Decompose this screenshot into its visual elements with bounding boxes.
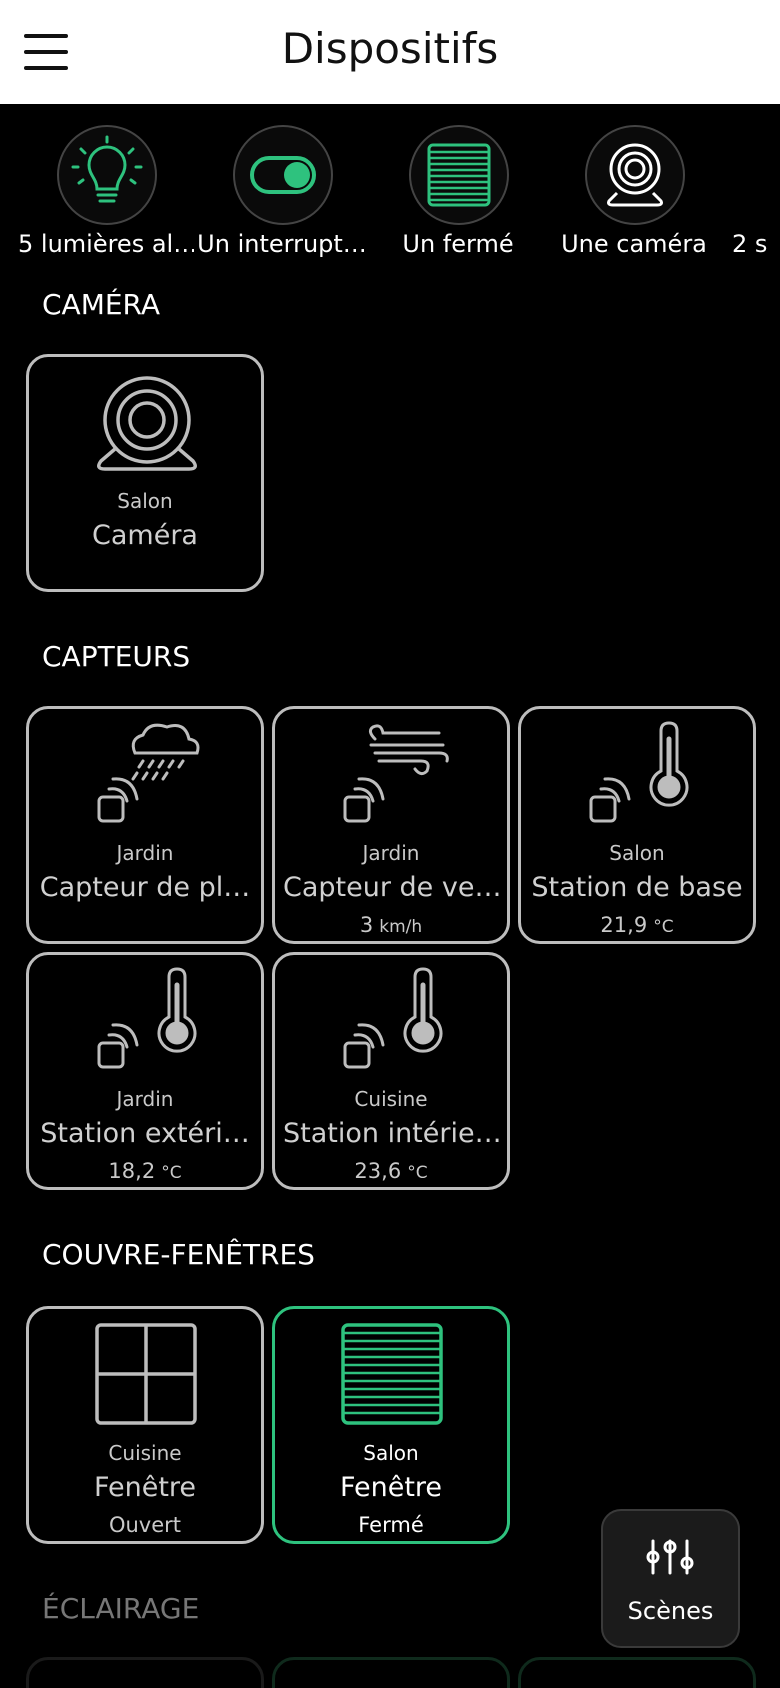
page-title: Dispositifs [281,24,499,73]
scenes-button[interactable]: Scènes [601,1509,740,1648]
thermometer-sensor-icon [97,967,197,1069]
card-status: Ouvert [108,1513,182,1537]
thermometer-sensor-icon [343,967,443,1069]
lightbulb-icon [71,135,143,203]
card-name: Capteur de ve… [283,872,499,903]
card-value: 21,9 °C [521,913,753,937]
summary-label: Une caméra [561,230,707,258]
card-room: Jardin [116,1087,174,1111]
summary-label: Un fermé [402,230,514,258]
card-name: Capteur de pl… [39,872,251,903]
webcam-icon [607,143,663,207]
device-card-rain-sensor[interactable]: Jardin Capteur de pl… [26,706,264,944]
summary-label: Un interrupt… [197,230,367,258]
device-card-base-station[interactable]: Salon Station de base 21,9 °C [518,706,756,944]
device-card-camera[interactable]: Salon Caméra [26,354,264,592]
section-title-lighting: ÉCLAIRAGE [42,1592,200,1625]
device-card-partial[interactable] [518,1657,756,1688]
scenes-label: Scènes [627,1597,714,1625]
card-room: Salon [609,841,665,865]
value-number: 3 [359,913,374,937]
toggle-switch-icon [250,156,316,194]
card-name: Fenêtre [339,1472,443,1503]
rain-sensor-icon [97,723,200,823]
device-card-living-room-window[interactable]: Salon Fenêtre Fermé [272,1306,510,1544]
card-name: Fenêtre [93,1472,197,1503]
device-card-indoor-station[interactable]: Cuisine Station intérie… 23,6 °C [272,952,510,1190]
device-card-wind-sensor[interactable]: Jardin Capteur de ve… 3 km/h [272,706,510,944]
device-card-kitchen-window[interactable]: Cuisine Fenêtre Ouvert [26,1306,264,1544]
thermometer-sensor-icon [589,721,689,823]
card-name: Station extéri… [40,1118,250,1149]
card-room: Cuisine [108,1441,182,1465]
section-title-camera: CAMÉRA [42,288,161,321]
card-value: 23,6 °C [275,1159,507,1183]
card-value: 18,2 °C [29,1159,261,1183]
device-card-partial[interactable] [272,1657,510,1688]
webcam-icon [97,376,197,471]
card-room: Salon [117,489,173,513]
card-room: Jardin [116,841,174,865]
section-title-sensors: CAPTEURS [42,640,191,673]
card-name: Caméra [92,520,198,551]
shutter-icon [341,1323,443,1425]
value-unit: °C [161,1163,182,1183]
card-name: Station de base [531,872,743,903]
card-status: Fermé [358,1513,424,1537]
value-unit: °C [653,917,674,937]
value-number: 21,9 [600,913,648,937]
value-number: 23,6 [354,1159,402,1183]
card-room: Salon [363,1441,419,1465]
value-unit: °C [407,1163,428,1183]
wind-sensor-icon [343,724,449,823]
device-card-outdoor-station[interactable]: Jardin Station extéri… 18,2 °C [26,952,264,1190]
summary-label: 5 lumières al… [18,230,194,258]
section-title-covers: COUVRE-FENÊTRES [42,1238,315,1271]
card-name: Station intérie… [283,1118,499,1149]
value-number: 18,2 [108,1159,156,1183]
card-room: Cuisine [354,1087,428,1111]
value-unit: km/h [379,917,423,937]
shutter-icon [427,143,491,207]
card-value: 3 km/h [275,913,507,937]
sliders-icon [646,1539,694,1575]
summary-label: 2 s [732,230,768,258]
device-card-partial[interactable] [26,1657,264,1688]
summary-strip[interactable]: 5 lumières al… Un interrupt… Un fermé Un… [0,120,780,270]
app-header: Dispositifs [0,0,780,104]
window-icon [95,1323,197,1425]
card-room: Jardin [362,841,420,865]
